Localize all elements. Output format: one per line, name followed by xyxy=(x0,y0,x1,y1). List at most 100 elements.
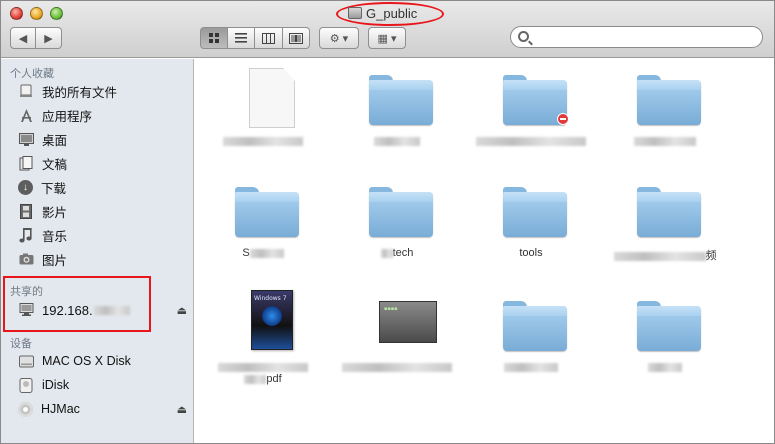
sidebar-item-label: 桌面 xyxy=(42,133,68,148)
folder-icon xyxy=(503,301,567,351)
sidebar-item-label: 影片 xyxy=(42,205,68,220)
sidebar-item-movies[interactable]: 影片 xyxy=(18,201,193,221)
close-button[interactable] xyxy=(10,7,23,20)
file-label: tech xyxy=(337,247,457,259)
icon-view-icon xyxy=(208,33,219,43)
music-icon xyxy=(18,227,34,243)
file-item-folder[interactable] xyxy=(337,61,457,171)
folder-icon xyxy=(369,75,433,125)
navigation-buttons: ◀ ▶ xyxy=(10,27,62,49)
file-label xyxy=(471,135,591,147)
sidebar-item-hard-disk[interactable]: MAC OS X Disk xyxy=(18,351,193,371)
desktop-icon xyxy=(18,131,34,147)
arrange-menu-button[interactable]: ▦ ▾ xyxy=(368,27,406,49)
blank-document-icon xyxy=(249,68,295,128)
movies-icon xyxy=(18,203,34,219)
file-item-folder[interactable] xyxy=(605,287,725,397)
sidebar: 个人收藏 我的所有文件 应用程序 桌面 文稿 ↓ 下载 影片 音乐 图片 共享的… xyxy=(1,59,194,443)
title-bar: G_public ◀ ▶ ⚙ ▾ ▦ ▾ xyxy=(1,1,774,58)
file-label xyxy=(605,135,725,147)
file-item-folder[interactable]: tech xyxy=(337,173,457,283)
no-access-badge-icon xyxy=(557,113,569,125)
sidebar-item-label: HJMac xyxy=(41,402,80,416)
folder-icon xyxy=(503,187,567,237)
favorites-heading: 个人收藏 xyxy=(10,68,54,80)
back-arrow-icon: ◀ xyxy=(18,32,28,45)
minimize-button[interactable] xyxy=(30,7,43,20)
folder-icon xyxy=(637,75,701,125)
file-browser: S tech tools 频 Windows 7 pdf ▪▪▪▪ xyxy=(195,59,774,443)
downloads-icon: ↓ xyxy=(18,179,33,195)
annotation-box xyxy=(3,276,151,332)
folder-icon xyxy=(637,301,701,351)
sidebar-item-label: 音乐 xyxy=(42,229,68,244)
column-view-icon xyxy=(261,32,275,44)
forward-button[interactable]: ▶ xyxy=(36,27,62,49)
file-label xyxy=(337,135,457,147)
file-item-document[interactable] xyxy=(203,61,323,171)
sidebar-item-label: 应用程序 xyxy=(42,109,93,124)
sidebar-item-desktop[interactable]: 桌面 xyxy=(18,129,193,149)
coverflow-view-icon xyxy=(288,32,303,44)
idisk-icon xyxy=(18,377,34,393)
file-item-folder[interactable] xyxy=(605,61,725,171)
file-label xyxy=(337,361,457,373)
window-title: G_public xyxy=(366,6,418,21)
finder-window: G_public ◀ ▶ ⚙ ▾ ▦ ▾ 个人收藏 我的所有文件 应用程序 桌面… xyxy=(0,0,775,444)
file-item-folder[interactable]: 频 xyxy=(605,173,725,283)
all-files-icon xyxy=(18,83,34,99)
list-view-icon xyxy=(234,33,247,43)
window-title-area: G_public xyxy=(336,2,444,26)
zoom-button[interactable] xyxy=(50,7,63,20)
sidebar-item-idisk[interactable]: iDisk xyxy=(18,375,193,395)
action-menu-button[interactable]: ⚙ ▾ xyxy=(319,27,359,49)
file-label: pdf xyxy=(203,361,323,385)
file-item-folder[interactable]: S xyxy=(203,173,323,283)
file-item-image[interactable]: ▪▪▪▪ xyxy=(337,287,457,397)
back-button[interactable]: ◀ xyxy=(10,27,36,49)
folder-icon xyxy=(637,187,701,237)
search-input[interactable] xyxy=(535,29,755,45)
network-drive-icon xyxy=(348,7,362,19)
search-field[interactable] xyxy=(510,26,763,48)
sidebar-item-pictures[interactable]: 图片 xyxy=(18,249,193,269)
file-label xyxy=(471,361,591,373)
file-item-folder[interactable]: tools xyxy=(471,173,591,283)
file-label: S xyxy=(203,247,323,259)
sidebar-item-label: 文稿 xyxy=(42,157,68,172)
sidebar-item-label: iDisk xyxy=(42,378,70,392)
folder-icon xyxy=(369,187,433,237)
coverflow-view-button[interactable] xyxy=(282,27,310,49)
sidebar-item-all-files[interactable]: 我的所有文件 xyxy=(18,81,193,101)
file-item-pdf[interactable]: Windows 7 pdf xyxy=(203,287,323,397)
sidebar-item-music[interactable]: 音乐 xyxy=(18,225,193,245)
column-view-button[interactable] xyxy=(255,27,283,49)
view-mode-buttons xyxy=(200,27,310,49)
eject-icon[interactable]: ⏏ xyxy=(177,403,187,416)
sidebar-item-label: 我的所有文件 xyxy=(42,85,118,100)
sidebar-item-downloads[interactable]: ↓ 下载 xyxy=(18,177,193,197)
eject-icon[interactable]: ⏏ xyxy=(177,304,187,317)
pdf-book-cover-icon: Windows 7 xyxy=(251,290,293,350)
sidebar-item-documents[interactable]: 文稿 xyxy=(18,153,193,173)
documents-icon xyxy=(18,155,34,171)
list-view-button[interactable] xyxy=(227,27,255,49)
file-item-folder-restricted[interactable] xyxy=(471,61,591,171)
image-thumbnail-icon: ▪▪▪▪ xyxy=(379,301,437,343)
search-icon xyxy=(518,31,529,42)
devices-heading: 设备 xyxy=(10,338,32,350)
file-label: tools xyxy=(519,247,543,259)
sidebar-item-label: 下载 xyxy=(41,181,67,196)
pictures-icon xyxy=(18,251,34,267)
folder-icon xyxy=(235,187,299,237)
sidebar-item-label: MAC OS X Disk xyxy=(42,354,131,368)
sidebar-item-applications[interactable]: 应用程序 xyxy=(18,105,193,125)
file-item-folder[interactable] xyxy=(471,287,591,397)
gear-icon: ⚙ ▾ xyxy=(329,32,349,45)
icon-view-button[interactable] xyxy=(200,27,228,49)
file-label xyxy=(605,361,725,373)
arrange-grid-icon: ▦ ▾ xyxy=(377,32,397,45)
sidebar-item-disc[interactable]: HJMac ⏏ xyxy=(18,399,193,419)
hard-disk-icon xyxy=(18,353,34,369)
file-label: 频 xyxy=(605,247,725,263)
